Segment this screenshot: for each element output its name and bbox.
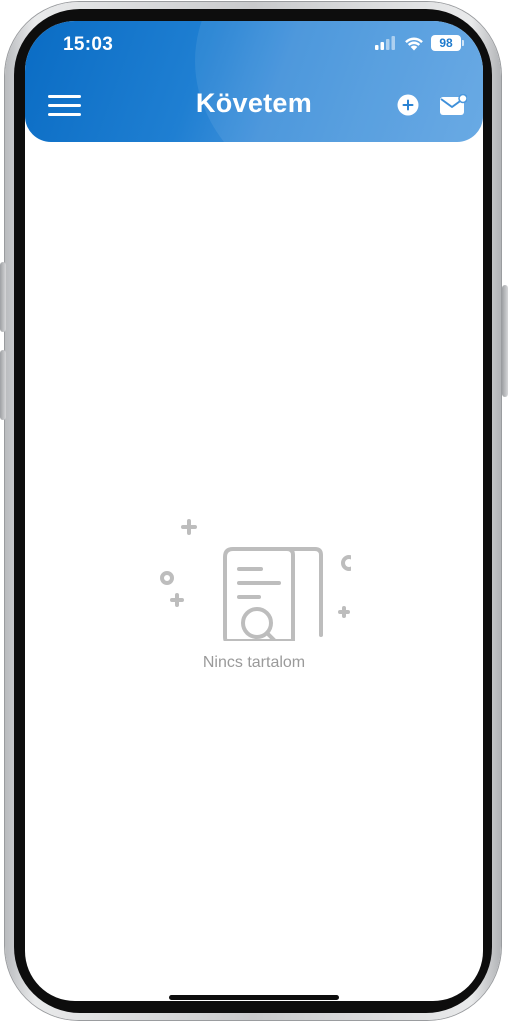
add-button[interactable] — [397, 94, 419, 116]
app-header: 15:03 98 Követem — [25, 21, 483, 142]
document-search-icon — [160, 519, 351, 641]
status-time: 15:03 — [63, 34, 114, 55]
envelope-icon — [440, 93, 468, 115]
power-button — [502, 285, 508, 397]
cellular-signal-icon — [375, 36, 395, 50]
screen: 15:03 98 Követem Nincs tartalom — [25, 21, 483, 1001]
home-indicator[interactable] — [169, 995, 339, 1000]
battery-icon: 98 — [431, 35, 464, 51]
volume-down-button — [0, 350, 6, 420]
empty-state-message: Nincs tartalom — [202, 654, 306, 671]
page: 15:03 98 Követem Nincs tartalom — [0, 0, 509, 1024]
status-icons: 98 — [375, 35, 464, 51]
volume-up-button — [0, 262, 6, 332]
plus-circle-icon — [397, 94, 419, 116]
wifi-icon — [405, 37, 423, 50]
messages-button[interactable] — [439, 93, 468, 116]
